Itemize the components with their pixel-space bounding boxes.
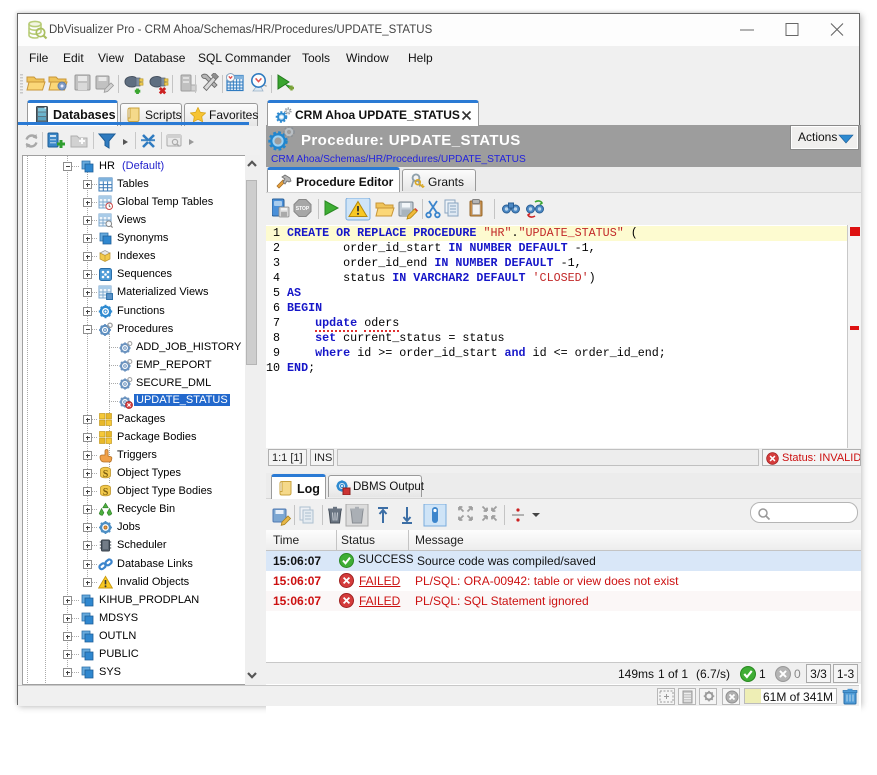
svg-text:S: S: [103, 487, 109, 498]
svg-text:S: S: [103, 469, 109, 480]
svg-text:STOP: STOP: [296, 206, 310, 212]
